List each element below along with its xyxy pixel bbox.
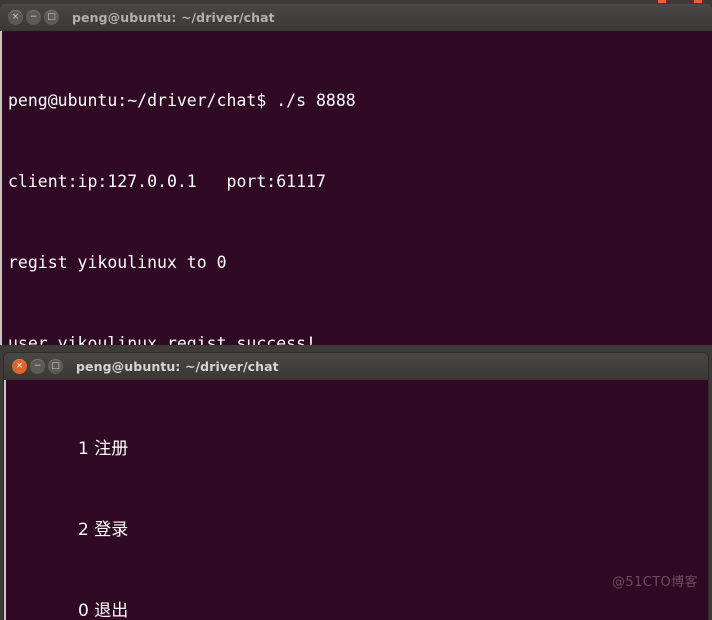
menu-option-exit: 0 退出 bbox=[78, 601, 129, 620]
minimize-button-server[interactable]: − bbox=[26, 10, 41, 25]
terminal-line: regist yikoulinux to 0 bbox=[8, 253, 227, 272]
titlebar-server[interactable]: × − □ peng@ubuntu: ~/driver/chat bbox=[0, 4, 712, 31]
window-title-server: peng@ubuntu: ~/driver/chat bbox=[72, 10, 275, 25]
background-window-sliver-right bbox=[694, 0, 702, 3]
background-window-sliver-left bbox=[658, 0, 666, 3]
desktop: × − □ peng@ubuntu: ~/driver/chat peng@ub… bbox=[0, 0, 712, 620]
menu-option-register: 1 注册 bbox=[78, 439, 129, 459]
terminal-window-server[interactable]: × − □ peng@ubuntu: ~/driver/chat peng@ub… bbox=[0, 4, 712, 345]
maximize-button-server[interactable]: □ bbox=[44, 10, 59, 25]
window-title-client: peng@ubuntu: ~/driver/chat bbox=[76, 359, 279, 374]
terminal-window-client[interactable]: × − □ peng@ubuntu: ~/driver/chat 1 注册 2 … bbox=[4, 353, 708, 620]
menu-option-login: 2 登录 bbox=[78, 520, 129, 540]
titlebar-client[interactable]: × − □ peng@ubuntu: ~/driver/chat bbox=[4, 353, 708, 380]
terminal-line: peng@ubuntu:~/driver/chat$ ./s 8888 bbox=[8, 91, 356, 110]
terminal-line: user yikoulinux regist success! bbox=[8, 334, 316, 345]
minimize-button-client[interactable]: − bbox=[30, 359, 45, 374]
close-button-client[interactable]: × bbox=[12, 359, 27, 374]
window-controls-server: × − □ bbox=[8, 10, 59, 25]
maximize-button-client[interactable]: □ bbox=[48, 359, 63, 374]
terminal-line: client:ip:127.0.0.1 port:61117 bbox=[8, 172, 326, 191]
watermark: @51CTO博客 bbox=[612, 575, 698, 590]
window-controls-client: × − □ bbox=[12, 359, 63, 374]
terminal-output-client[interactable]: 1 注册 2 登录 0 退出 2 input your name yikouli… bbox=[4, 380, 708, 620]
terminal-output-server[interactable]: peng@ubuntu:~/driver/chat$ ./s 8888 clie… bbox=[0, 31, 712, 345]
close-button-server[interactable]: × bbox=[8, 10, 23, 25]
